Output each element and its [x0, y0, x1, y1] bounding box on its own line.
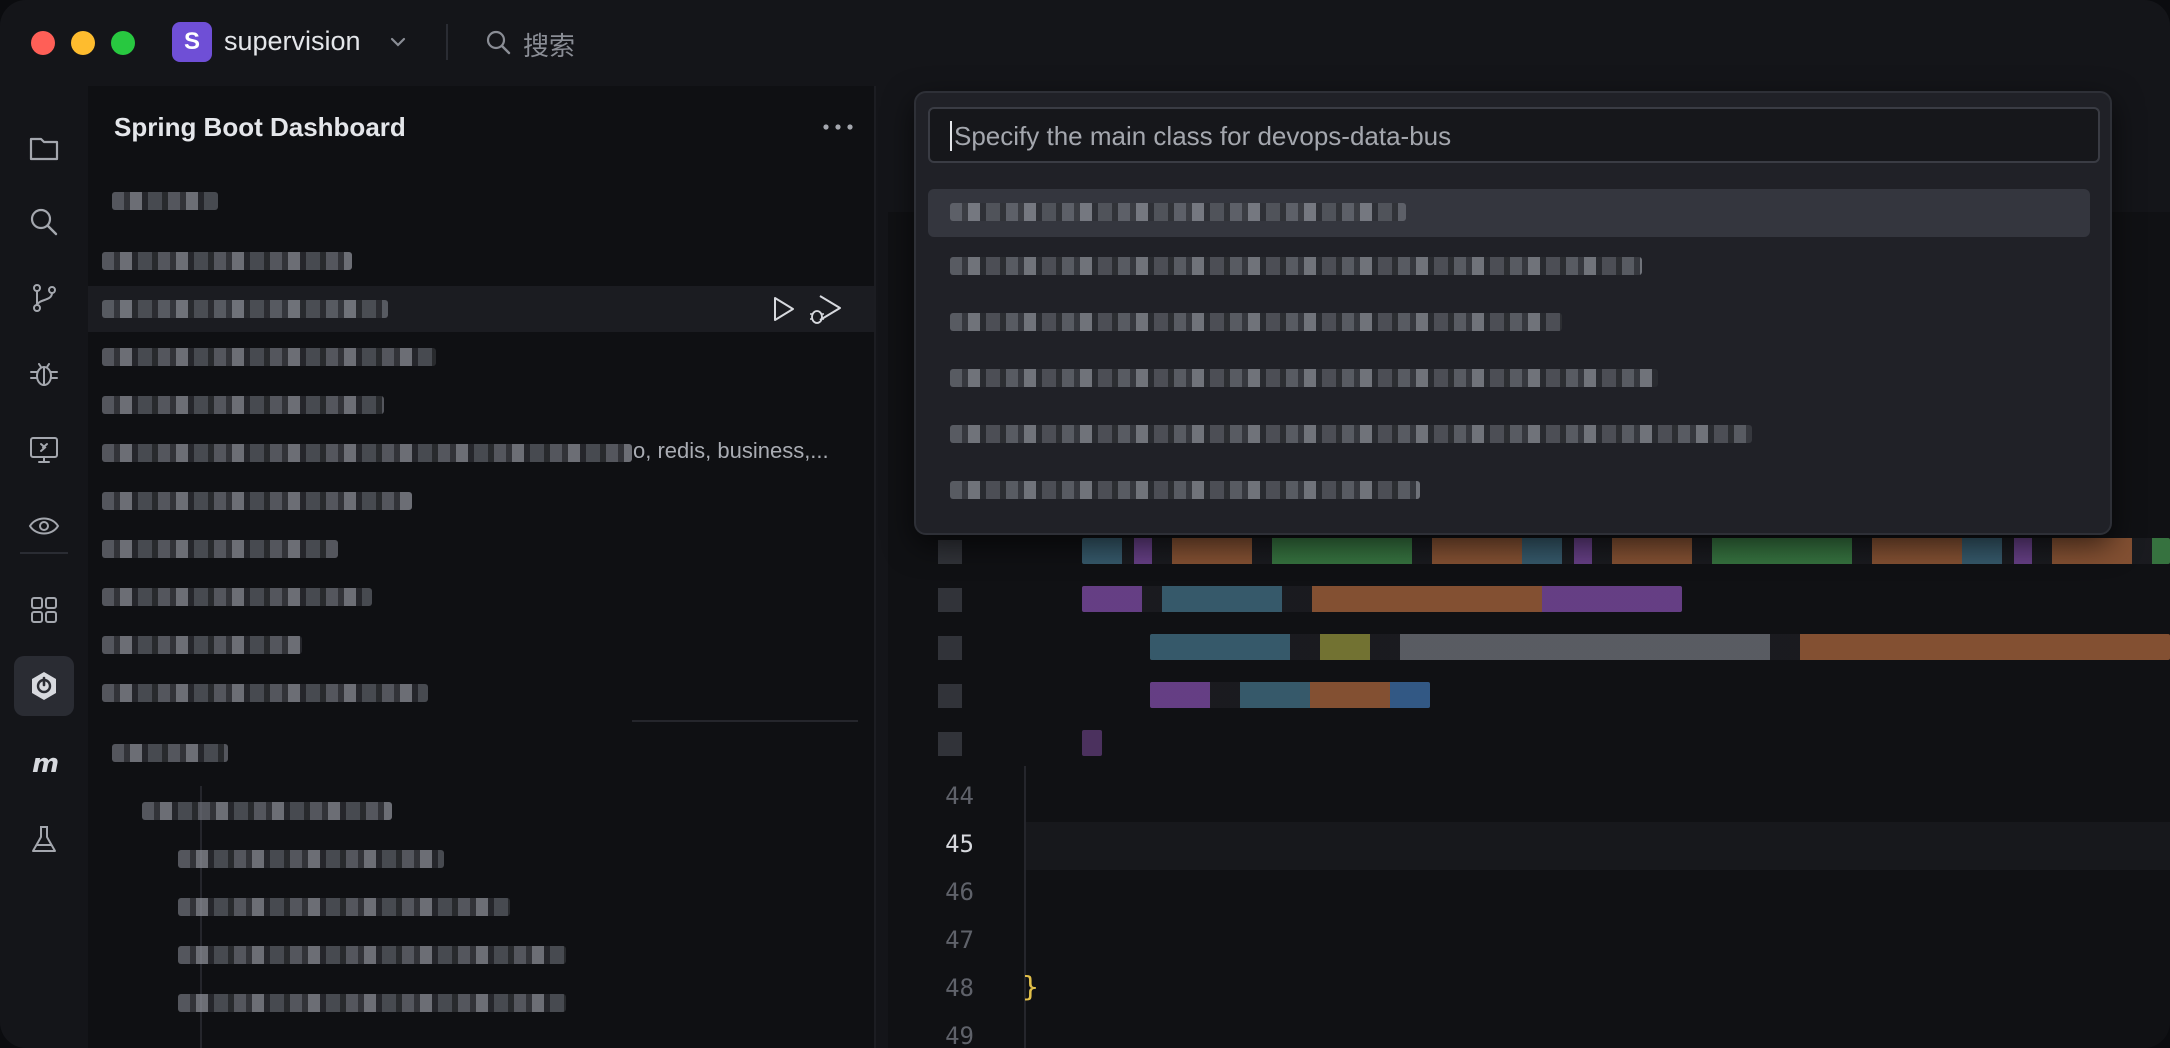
minimize-window-button[interactable] [71, 31, 95, 55]
testing-icon[interactable] [14, 810, 74, 870]
search-icon[interactable] [484, 28, 514, 58]
run-icon[interactable] [768, 294, 798, 324]
list-item[interactable] [88, 382, 874, 428]
blurred-line-number [938, 732, 962, 756]
line-number: 48 [945, 974, 974, 1002]
text-caret [950, 121, 952, 151]
tree-group-header[interactable] [88, 730, 874, 776]
blurred-line-number [938, 684, 962, 708]
section-divider [632, 720, 858, 722]
code-line-blurred [1082, 538, 2170, 564]
quick-pick-item[interactable] [928, 243, 2090, 291]
list-item[interactable]: o, redis, business,... [88, 430, 874, 476]
search-icon[interactable] [14, 192, 74, 252]
quick-pick-item[interactable] [928, 355, 2090, 403]
indent-guide [1024, 766, 1026, 1048]
project-badge[interactable]: S [172, 22, 212, 62]
main-class-input[interactable]: Specify the main class for devops-data-b… [928, 107, 2100, 163]
row-description: o, redis, business,... [633, 438, 829, 463]
code-line-blurred [1082, 586, 1682, 612]
activity-separator [20, 552, 68, 554]
code-line-blurred [1082, 730, 1102, 756]
spring-boot-dashboard-panel: Spring Boot Dashboard o, redis, business… [88, 86, 876, 1048]
list-item[interactable] [88, 836, 874, 882]
debug-icon[interactable] [14, 344, 74, 404]
list-item[interactable] [88, 932, 874, 978]
watch-icon[interactable] [14, 496, 74, 556]
source-control-icon[interactable] [14, 268, 74, 328]
list-item[interactable] [88, 670, 874, 716]
list-item[interactable] [88, 788, 874, 834]
quick-pick-item[interactable] [928, 411, 2090, 459]
extensions-icon[interactable] [14, 580, 74, 640]
list-item[interactable] [88, 884, 874, 930]
list-item[interactable] [88, 478, 874, 524]
main-class-input-placeholder: Specify the main class for devops-data-b… [954, 121, 1452, 151]
svg-text:m: m [32, 749, 59, 779]
files-icon[interactable] [14, 118, 74, 178]
debug-run-icon[interactable] [808, 292, 844, 326]
maximize-window-button[interactable] [111, 31, 135, 55]
chevron-down-icon[interactable] [386, 30, 410, 54]
blurred-line-number [938, 540, 962, 564]
project-name[interactable]: supervision [224, 26, 361, 57]
list-item[interactable] [88, 238, 874, 284]
quick-pick-item[interactable] [928, 299, 2090, 347]
list-item[interactable] [88, 622, 874, 668]
more-actions-icon[interactable] [820, 114, 856, 140]
quick-pick-item[interactable] [928, 189, 2090, 237]
vscode-window: S supervision 搜索 m Spring Boot Dashboard… [0, 0, 2170, 1048]
quick-pick-item[interactable] [928, 467, 2090, 515]
line-number: 49 [945, 1022, 974, 1048]
list-item[interactable] [88, 980, 874, 1026]
title-bar: S supervision 搜索 [0, 0, 2170, 86]
line-number: 46 [945, 878, 974, 906]
line-number: 44 [945, 782, 974, 810]
list-item[interactable] [88, 574, 874, 620]
blurred-line-number [938, 636, 962, 660]
code-line-blurred [1150, 682, 1430, 708]
closing-brace: } [1022, 970, 1039, 1003]
tree-group-header[interactable] [88, 178, 874, 224]
panel-title: Spring Boot Dashboard [114, 112, 406, 142]
title-separator [446, 24, 448, 60]
line-number-current: 45 [945, 830, 974, 858]
quick-pick-dialog: Specify the main class for devops-data-b… [914, 91, 2112, 535]
remote-explorer-icon[interactable] [14, 420, 74, 480]
blurred-line-number [938, 588, 962, 612]
code-line-blurred [1150, 634, 2170, 660]
command-center-search[interactable]: 搜索 [523, 26, 575, 63]
list-item[interactable] [88, 286, 874, 332]
close-window-button[interactable] [31, 31, 55, 55]
activity-bar: m [0, 86, 88, 1048]
list-item[interactable] [88, 334, 874, 380]
maven-icon[interactable]: m [14, 732, 74, 792]
list-item[interactable] [88, 526, 874, 572]
current-line-highlight [1024, 822, 2170, 870]
spring-boot-icon[interactable] [14, 656, 74, 716]
line-number: 47 [945, 926, 974, 954]
